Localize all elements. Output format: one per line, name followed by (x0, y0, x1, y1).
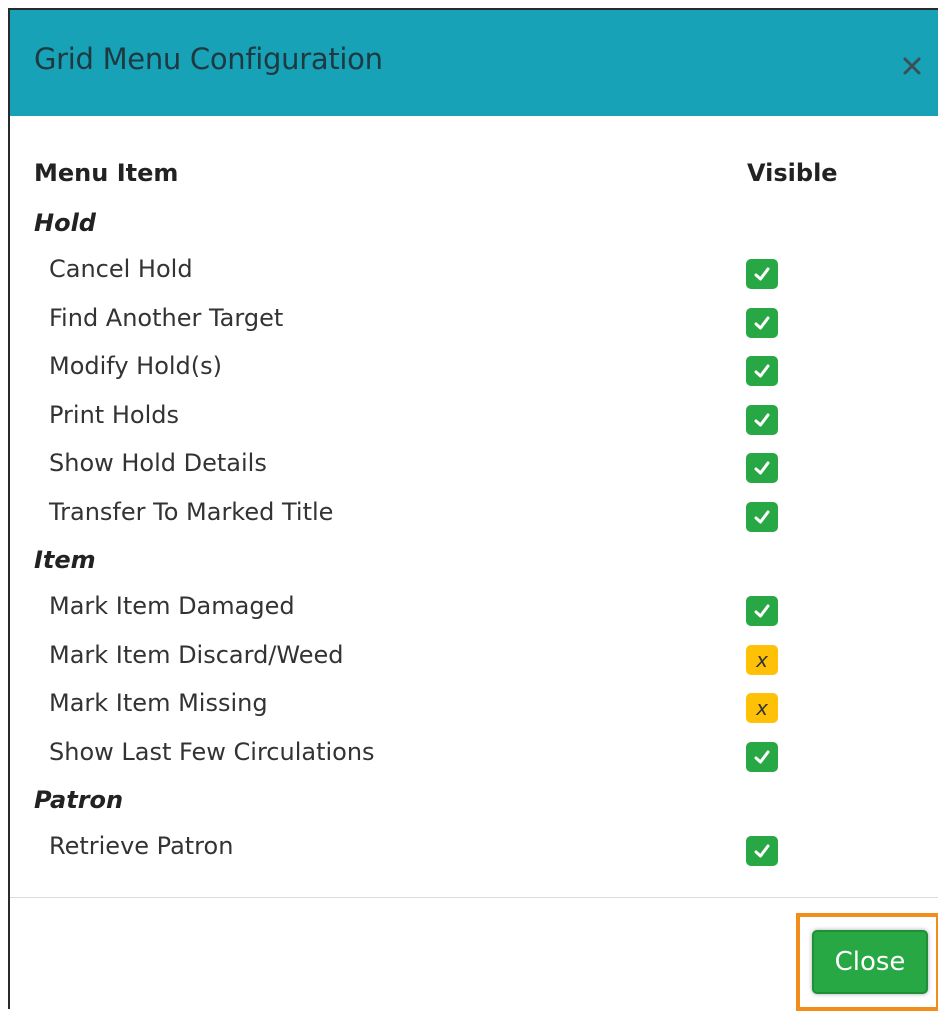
menu-item-row: Show Last Few Circulations (10, 738, 938, 778)
menu-item-label: Transfer To Marked Title (49, 497, 334, 526)
visible-toggle-on[interactable] (746, 307, 778, 338)
menu-item-row: Mark Item Damaged (10, 592, 938, 632)
menu-item-label: Show Last Few Circulations (49, 737, 375, 766)
check-icon (754, 844, 770, 858)
footer-divider (10, 897, 938, 898)
group-title-patron: Patron (34, 786, 124, 814)
check-icon (754, 750, 770, 763)
dialog-header: Grid Menu Configuration (10, 10, 938, 116)
x-icon: x (756, 647, 768, 672)
menu-item-label: Find Another Target (49, 303, 284, 332)
visible-toggle-on[interactable] (746, 836, 778, 866)
dialog-title: Grid Menu Configuration (34, 42, 383, 76)
visible-toggle-on[interactable] (746, 596, 778, 626)
check-icon (754, 267, 770, 281)
menu-item-label: Show Hold Details (49, 449, 267, 477)
visible-toggle-off[interactable]: x (746, 644, 778, 675)
menu-item-row: Print Holds (10, 401, 938, 441)
grid-menu-configuration-dialog: Grid Menu Configuration Menu Item Visibl… (8, 8, 938, 1011)
menu-item-label: Mark Item Discard/Weed (49, 640, 344, 669)
menu-item-label: Print Holds (49, 400, 179, 429)
menu-item-label: Mark Item Missing (49, 689, 268, 717)
menu-item-row: Find Another Target (10, 304, 938, 344)
menu-item-label: Cancel Hold (49, 255, 193, 283)
column-header-visible: Visible (747, 159, 838, 187)
menu-item-row: Cancel Hold (10, 255, 938, 295)
close-icon[interactable] (898, 50, 926, 78)
check-icon (754, 510, 770, 523)
menu-item-row: Modify Hold(s) (10, 352, 938, 392)
menu-item-row: Show Hold Details (10, 449, 938, 489)
visible-toggle-on[interactable] (746, 501, 778, 532)
visible-toggle-on[interactable] (746, 356, 778, 386)
menu-item-label: Retrieve Patron (49, 832, 234, 860)
visible-toggle-off[interactable]: x (746, 693, 778, 723)
visible-toggle-on[interactable] (746, 741, 778, 772)
menu-item-label: Modify Hold(s) (49, 352, 223, 380)
check-icon (754, 364, 770, 378)
check-icon (754, 316, 770, 329)
menu-item-label: Mark Item Damaged (49, 592, 295, 620)
column-header-menu-item: Menu Item (34, 159, 179, 187)
visible-toggle-on[interactable] (746, 259, 778, 289)
check-icon (754, 413, 770, 426)
close-button[interactable]: Close (812, 930, 928, 994)
visible-toggle-on[interactable] (746, 404, 778, 435)
check-icon (754, 604, 770, 618)
menu-item-row: Mark Item Discard/Weed x (10, 641, 938, 681)
menu-item-row: Mark Item Missing x (10, 689, 938, 729)
check-icon (754, 461, 770, 475)
menu-item-row: Retrieve Patron (10, 832, 938, 872)
menu-item-row: Transfer To Marked Title (10, 498, 938, 538)
visible-toggle-on[interactable] (746, 453, 778, 483)
group-title-item: Item (34, 546, 96, 574)
group-title-hold: Hold (34, 209, 96, 237)
x-icon: x (756, 696, 768, 720)
